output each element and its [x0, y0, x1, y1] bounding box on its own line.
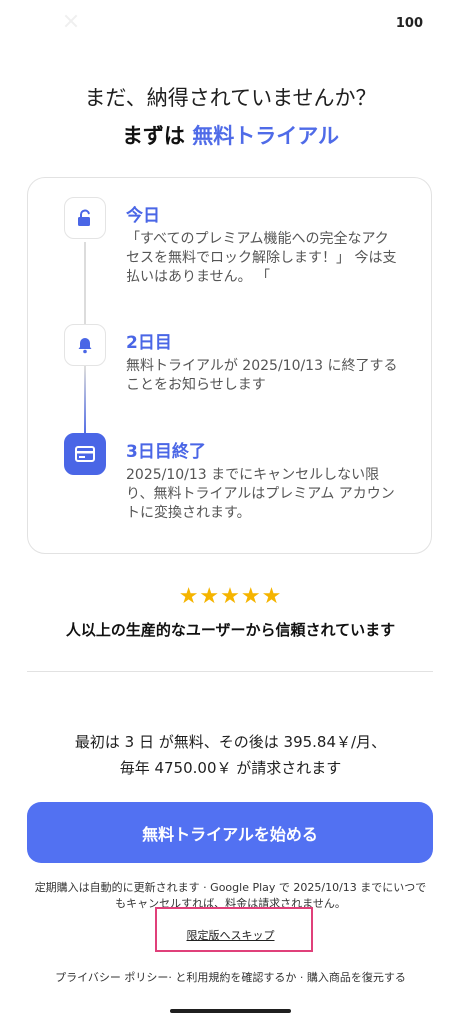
step-title-day3: 3日目終了: [126, 442, 206, 462]
rating-stars: ★★★★★: [178, 584, 283, 609]
step-desc-day3: 2025/10/13 までにキャンセルしない限り、無料トライアルはプレミアム ア…: [126, 467, 395, 521]
step-desc-today: 「すべてのプレミアム機能への完全なアクセスを無料でロック解除します！」 今は支払…: [126, 231, 397, 285]
card-icon: [64, 433, 106, 475]
close-icon[interactable]: [63, 13, 79, 29]
bell-icon: [64, 324, 106, 366]
title-highlight: 無料トライアル: [192, 124, 340, 148]
divider: [27, 671, 433, 672]
step-title-today: 今日: [126, 206, 160, 226]
start-trial-button[interactable]: 無料トライアルを始める: [27, 802, 433, 863]
page-title: まずは 無料トライアル: [0, 120, 461, 150]
trust-text: 人以上の生産的なユーザーから信頼されています: [65, 621, 396, 639]
pricing-line-1: 最初は 3 日 が無料、その後は 395.84￥/月、: [74, 733, 387, 751]
gesture-nav-bar[interactable]: [170, 1009, 291, 1013]
footer-links: プライバシー ポリシー· と利用規約を確認するか · 購入商品を復元する: [0, 969, 461, 985]
step-desc-day2: 無料トライアルが 2025/10/13 に終了することをお知らせします: [126, 358, 398, 393]
privacy-policy-link[interactable]: プライバシー ポリシー: [55, 971, 168, 984]
unlock-icon: [64, 197, 106, 239]
title-prefix: まずは: [121, 124, 193, 148]
trial-timeline-card: 今日 「すべてのプレミアム機能への完全なアクセスを無料でロック解除します！」 今…: [27, 177, 432, 554]
timeline-connector-active: [84, 368, 86, 438]
page-question: まだ、納得されていませんか？: [84, 86, 377, 110]
footer-separator: · と: [168, 971, 187, 984]
terms-link[interactable]: 利用規約を確認するか: [186, 971, 296, 984]
restore-purchase-link[interactable]: 購入商品を復元する: [307, 971, 406, 984]
pricing-line-2: 毎年 4750.00￥ が請求されます: [119, 759, 342, 777]
footer-separator: ·: [296, 971, 307, 984]
skip-to-limited-link[interactable]: 限定版へスキップ: [0, 927, 461, 943]
step-title-day2: 2日目: [126, 333, 172, 353]
status-indicator: 100: [395, 16, 423, 31]
